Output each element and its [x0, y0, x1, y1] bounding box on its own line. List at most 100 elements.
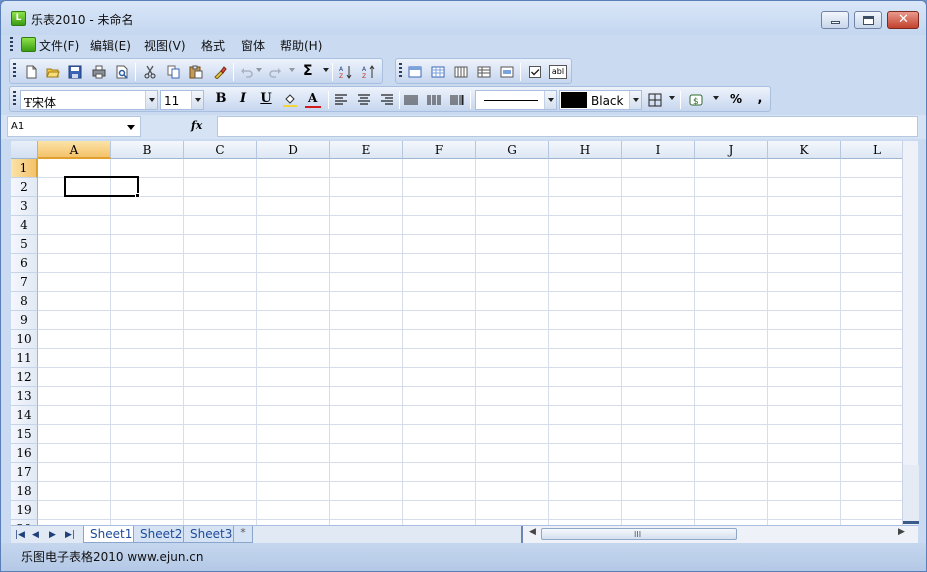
- toolbar-grip[interactable]: [13, 63, 16, 79]
- minimize-button[interactable]: [821, 11, 849, 29]
- font-name-select[interactable]: Ŧ宋体: [20, 90, 158, 110]
- row-header-5[interactable]: 5: [11, 235, 38, 254]
- color-dropdown-icon[interactable]: [629, 91, 641, 109]
- menu-view[interactable]: 视图(V): [144, 37, 186, 54]
- redo-dropdown-icon[interactable]: [289, 68, 295, 72]
- print-button[interactable]: [90, 63, 108, 81]
- toolbar-grip[interactable]: [399, 63, 402, 79]
- first-sheet-button[interactable]: |◀: [15, 530, 25, 540]
- print-preview-button[interactable]: [113, 63, 131, 81]
- row-header-17[interactable]: 17: [11, 463, 38, 482]
- select-all-corner[interactable]: [11, 141, 38, 159]
- cut-button[interactable]: [141, 63, 159, 81]
- menu-form[interactable]: 窗体: [241, 37, 265, 54]
- font-size-dropdown-icon[interactable]: [191, 91, 203, 109]
- insert-function-icon[interactable]: fx: [191, 119, 202, 132]
- column-header-g[interactable]: G: [476, 141, 549, 159]
- row-header-11[interactable]: 11: [11, 349, 38, 368]
- maximize-button[interactable]: [854, 11, 882, 29]
- textbox-control-button[interactable]: abl: [549, 63, 567, 81]
- row-header-10[interactable]: 10: [11, 330, 38, 349]
- form-layout-3-button[interactable]: [452, 63, 470, 81]
- sheet-tab-1[interactable]: Sheet1: [83, 526, 140, 543]
- active-cell-border[interactable]: [64, 176, 139, 197]
- formula-input[interactable]: [217, 116, 918, 137]
- new-sheet-tab[interactable]: *: [233, 526, 253, 543]
- checkbox-control-button[interactable]: [526, 63, 544, 81]
- menubar-grip[interactable]: [10, 37, 13, 53]
- new-button[interactable]: [22, 63, 40, 81]
- row-header-19[interactable]: 19: [11, 501, 38, 520]
- undo-button[interactable]: [238, 63, 256, 81]
- horizontal-scrollbar[interactable]: ◀ III ▶: [521, 526, 918, 543]
- column-header-a[interactable]: A: [38, 141, 111, 159]
- sheet-tab-2[interactable]: Sheet2: [133, 526, 190, 543]
- format-painter-button[interactable]: [211, 63, 229, 81]
- barcode-3-button[interactable]: [448, 91, 466, 109]
- align-center-button[interactable]: [355, 91, 373, 109]
- row-header-9[interactable]: 9: [11, 311, 38, 330]
- menu-format[interactable]: 格式: [201, 37, 225, 54]
- menu-edit[interactable]: 编辑(E): [90, 37, 131, 54]
- undo-dropdown-icon[interactable]: [256, 68, 262, 72]
- row-header-16[interactable]: 16: [11, 444, 38, 463]
- row-header-4[interactable]: 4: [11, 216, 38, 235]
- line-style-dropdown-icon[interactable]: [544, 91, 556, 109]
- align-left-button[interactable]: [332, 91, 350, 109]
- font-size-select[interactable]: 11: [160, 90, 204, 110]
- scroll-left-icon[interactable]: ◀: [529, 527, 536, 537]
- row-header-12[interactable]: 12: [11, 368, 38, 387]
- redo-button[interactable]: [266, 63, 284, 81]
- percent-button[interactable]: %: [726, 90, 746, 108]
- sort-descending-button[interactable]: AZ: [360, 63, 378, 81]
- row-header-8[interactable]: 8: [11, 292, 38, 311]
- comma-style-button[interactable]: ,: [750, 90, 770, 108]
- align-right-button[interactable]: [378, 91, 396, 109]
- sort-ascending-button[interactable]: AZ: [337, 63, 355, 81]
- row-header-2[interactable]: 2: [11, 178, 38, 197]
- vertical-scrollbar[interactable]: [902, 141, 919, 525]
- prev-sheet-button[interactable]: ◀: [32, 530, 39, 540]
- barcode-2-button[interactable]: [425, 91, 443, 109]
- close-button[interactable]: ✕: [887, 11, 919, 29]
- fill-handle[interactable]: [135, 193, 140, 198]
- underline-button[interactable]: U: [256, 90, 276, 108]
- name-box[interactable]: A1: [7, 116, 141, 137]
- borders-dropdown-icon[interactable]: [669, 96, 675, 100]
- vertical-scroll-track[interactable]: [903, 465, 919, 521]
- cell-area[interactable]: [38, 159, 902, 525]
- bold-button[interactable]: B: [211, 90, 231, 108]
- row-header-14[interactable]: 14: [11, 406, 38, 425]
- sheet-tab-3[interactable]: Sheet3: [183, 526, 240, 543]
- form-layout-5-button[interactable]: [498, 63, 516, 81]
- column-header-k[interactable]: K: [768, 141, 841, 159]
- vertical-split-handle[interactable]: [903, 521, 919, 524]
- column-header-d[interactable]: D: [257, 141, 330, 159]
- horizontal-scroll-thumb[interactable]: III: [541, 528, 737, 540]
- column-header-l[interactable]: L: [841, 141, 902, 159]
- row-header-3[interactable]: 3: [11, 197, 38, 216]
- currency-button[interactable]: $: [687, 91, 705, 109]
- column-header-h[interactable]: H: [549, 141, 622, 159]
- column-header-f[interactable]: F: [403, 141, 476, 159]
- form-layout-4-button[interactable]: [475, 63, 493, 81]
- form-layout-2-button[interactable]: [429, 63, 447, 81]
- save-button[interactable]: [66, 63, 84, 81]
- last-sheet-button[interactable]: ▶|: [65, 530, 75, 540]
- form-layout-1-button[interactable]: [406, 63, 424, 81]
- row-header-13[interactable]: 13: [11, 387, 38, 406]
- next-sheet-button[interactable]: ▶: [49, 530, 56, 540]
- column-header-i[interactable]: I: [622, 141, 695, 159]
- autosum-dropdown-icon[interactable]: [323, 68, 329, 72]
- column-header-e[interactable]: E: [330, 141, 403, 159]
- toolbar-grip[interactable]: [13, 91, 16, 107]
- row-header-7[interactable]: 7: [11, 273, 38, 292]
- menu-app-icon[interactable]: [21, 37, 36, 52]
- paste-button[interactable]: [187, 63, 205, 81]
- column-header-b[interactable]: B: [111, 141, 184, 159]
- row-header-15[interactable]: 15: [11, 425, 38, 444]
- name-box-dropdown-icon[interactable]: [127, 125, 135, 130]
- borders-button[interactable]: [646, 91, 664, 109]
- scroll-right-icon[interactable]: ▶: [898, 527, 905, 537]
- font-name-dropdown-icon[interactable]: [145, 91, 157, 109]
